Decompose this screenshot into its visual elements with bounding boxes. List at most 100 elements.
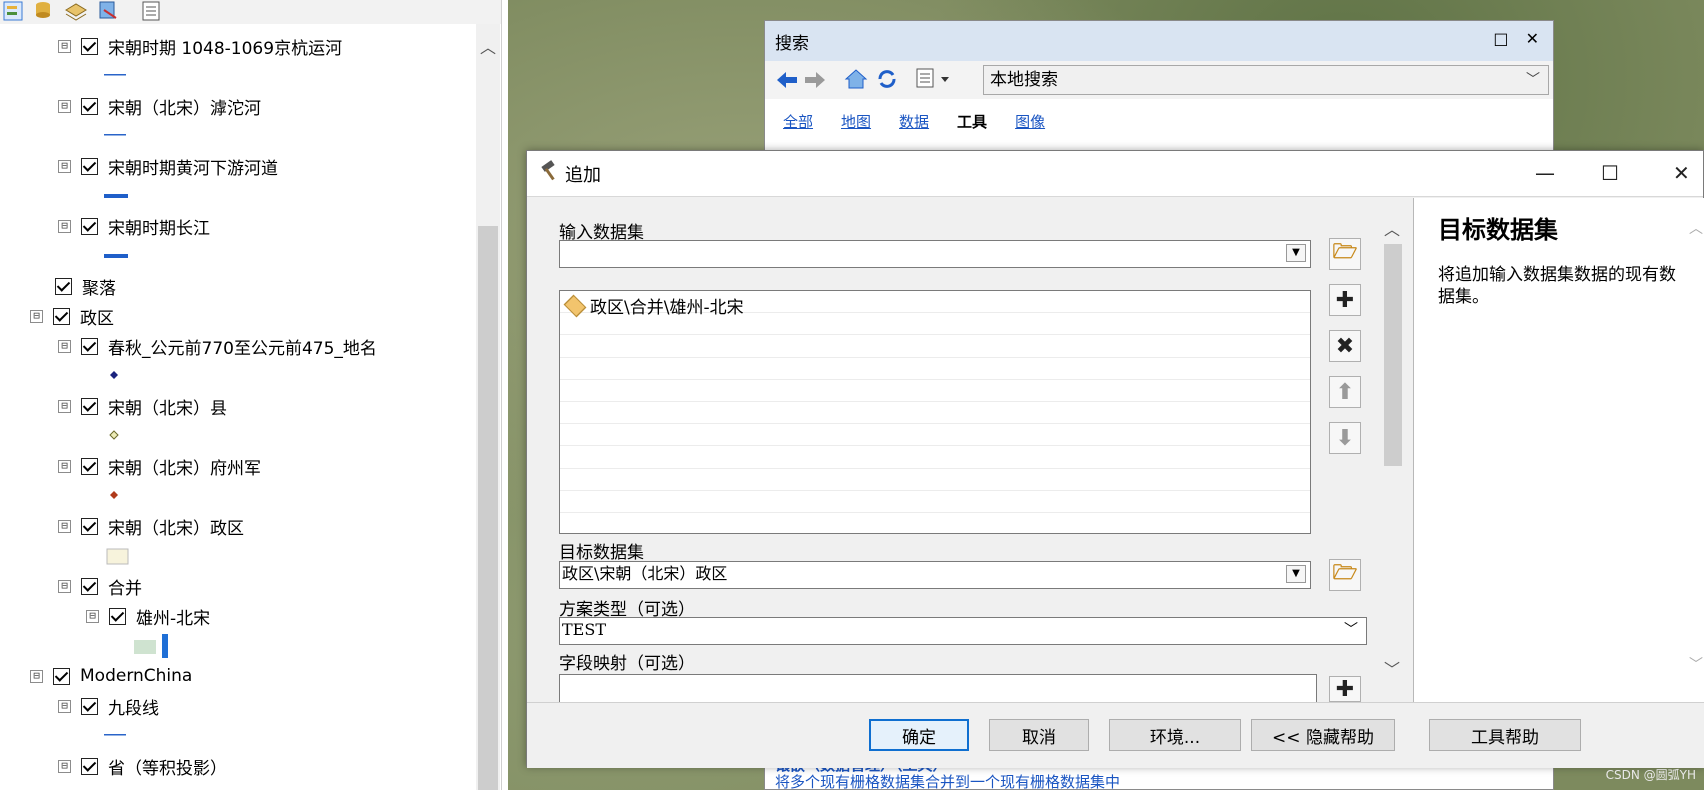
field-map-add-button[interactable]: ✚ <box>1329 676 1361 702</box>
layer-label[interactable]: 宋朝时期长江 <box>108 214 210 239</box>
layer-label[interactable]: 春秋_公元前770至公元前475_地名 <box>108 334 377 359</box>
layer-visibility-checkbox[interactable] <box>81 457 98 475</box>
scroll-up-icon[interactable]: ︿ <box>1384 216 1400 240</box>
toc-layer-row[interactable]: ⊟ 宋朝（北宋）政区 <box>58 511 244 541</box>
list-by-drawing-order-icon[interactable] <box>2 0 26 22</box>
environments-button[interactable]: 环境... <box>1109 719 1241 751</box>
scrollbar-thumb[interactable] <box>1384 244 1402 466</box>
scroll-up-icon[interactable]: ︿ <box>480 34 496 58</box>
home-icon[interactable] <box>843 67 869 91</box>
collapse-icon[interactable]: ⊟ <box>58 699 71 713</box>
collapse-icon[interactable]: ⊟ <box>58 219 71 233</box>
view-options-icon[interactable] <box>915 67 955 91</box>
group-label[interactable]: 政区 <box>80 304 114 329</box>
layer-label[interactable]: 省（等积投影） <box>108 754 227 779</box>
layer-visibility-checkbox[interactable] <box>81 337 98 355</box>
toc-layer-row[interactable]: ⊟ 宋朝时期 1048-1069京杭运河 <box>58 31 342 61</box>
chevron-down-icon[interactable]: ▼ <box>1286 244 1306 262</box>
tab-all[interactable]: 全部 <box>783 111 813 132</box>
layer-visibility-checkbox[interactable] <box>81 577 98 595</box>
collapse-icon[interactable]: ⊟ <box>30 669 43 683</box>
list-item[interactable]: 政区\合并\雄州-北宋 <box>563 293 744 318</box>
collapse-icon[interactable]: ⊟ <box>30 309 43 323</box>
group-label[interactable]: ModernChina <box>80 666 192 686</box>
move-down-button[interactable]: ⬇ <box>1329 422 1361 454</box>
back-icon[interactable] <box>775 69 799 91</box>
ok-button[interactable]: 确定 <box>869 719 969 751</box>
toc-group-row[interactable]: ⊟ ModernChina <box>30 661 192 691</box>
collapse-icon[interactable]: ⊟ <box>58 399 71 413</box>
toc-layer-row[interactable]: 聚落 <box>55 271 116 301</box>
chevron-down-icon[interactable]: ▼ <box>1286 565 1306 583</box>
close-icon[interactable]: ✕ <box>1673 161 1690 185</box>
layer-label[interactable]: 宋朝（北宋）府州军 <box>108 454 261 479</box>
list-by-visibility-icon[interactable] <box>64 0 88 22</box>
scroll-down-icon[interactable]: ﹀ <box>1689 654 1703 674</box>
layer-visibility-checkbox[interactable] <box>81 97 98 115</box>
collapse-icon[interactable]: ⊟ <box>58 579 71 593</box>
list-by-source-icon[interactable] <box>32 0 56 22</box>
layer-visibility-checkbox[interactable] <box>81 697 98 715</box>
scroll-up-icon[interactable]: ︿ <box>1689 218 1703 238</box>
cancel-button[interactable]: 取消 <box>989 719 1089 751</box>
minimize-icon[interactable]: — <box>1535 161 1555 185</box>
toc-layer-row[interactable]: ⊟ 宋朝时期长江 <box>58 211 210 241</box>
toc-layer-row[interactable]: ⊟ 九段线 <box>58 691 159 721</box>
input-datasets-list[interactable]: 政区\合并\雄州-北宋 <box>559 290 1311 534</box>
layer-label[interactable]: 宋朝时期黄河下游河道 <box>108 154 278 179</box>
remove-button[interactable]: ✖ <box>1329 330 1361 362</box>
schema-type-select[interactable]: TEST ﹀ <box>559 617 1367 645</box>
forward-icon[interactable] <box>803 69 827 91</box>
layer-visibility-checkbox[interactable] <box>81 157 98 175</box>
layer-visibility-checkbox[interactable] <box>81 517 98 535</box>
toc-layer-row[interactable]: ⊟ 省（等积投影） <box>58 751 227 781</box>
search-scope-dropdown[interactable]: 本地搜索 ﹀ <box>983 65 1549 95</box>
add-button[interactable]: ✚ <box>1329 284 1361 316</box>
collapse-icon[interactable]: ⊟ <box>58 519 71 533</box>
tab-tools[interactable]: 工具 <box>957 111 987 132</box>
collapse-icon[interactable]: ⊟ <box>58 99 71 113</box>
collapse-icon[interactable]: ⊟ <box>58 339 71 353</box>
window-controls[interactable]: □ ✕ <box>1493 29 1545 48</box>
collapse-icon[interactable]: ⊟ <box>58 39 71 53</box>
layer-visibility-checkbox[interactable] <box>81 37 98 55</box>
layer-label[interactable]: 宋朝（北宋）县 <box>108 394 227 419</box>
toc-layer-row[interactable]: ⊟ 春秋_公元前770至公元前475_地名 <box>58 331 377 361</box>
toc-scrollbar[interactable]: ︿ <box>476 24 500 790</box>
options-icon[interactable] <box>140 0 164 22</box>
collapse-icon[interactable]: ⊟ <box>58 159 71 173</box>
move-up-button[interactable]: ⬆ <box>1329 376 1361 408</box>
browse-input-button[interactable]: 🗁 <box>1329 238 1361 270</box>
maximize-icon[interactable]: ☐ <box>1601 161 1619 185</box>
tab-images[interactable]: 图像 <box>1015 111 1045 132</box>
tab-data[interactable]: 数据 <box>899 111 929 132</box>
toc-group-row[interactable]: ⊟ 政区 <box>30 301 114 331</box>
browse-target-button[interactable]: 🗁 <box>1329 559 1361 591</box>
layer-visibility-checkbox[interactable] <box>55 277 72 295</box>
toc-layer-row[interactable]: ⊟ 宋朝（北宋）府州军 <box>58 451 261 481</box>
list-by-selection-icon[interactable] <box>96 0 120 22</box>
layer-label[interactable]: 宋朝（北宋）滹沱河 <box>108 94 261 119</box>
tab-maps[interactable]: 地图 <box>841 111 871 132</box>
refresh-icon[interactable] <box>875 67 899 91</box>
layer-label[interactable]: 雄州-北宋 <box>136 604 210 629</box>
layer-visibility-checkbox[interactable] <box>109 607 126 625</box>
layer-label[interactable]: 聚落 <box>82 274 116 299</box>
input-datasets-combo[interactable]: ▼ <box>559 240 1311 268</box>
toc-layer-row[interactable]: ⊟ 宋朝时期黄河下游河道 <box>58 151 278 181</box>
collapse-icon[interactable]: ⊟ <box>58 459 71 473</box>
layer-visibility-checkbox[interactable] <box>53 307 70 325</box>
hide-help-button[interactable]: << 隐藏帮助 <box>1251 719 1395 751</box>
layer-visibility-checkbox[interactable] <box>53 667 70 685</box>
toc-layer-row[interactable]: ⊟ 宋朝（北宋）县 <box>58 391 227 421</box>
tool-help-button[interactable]: 工具帮助 <box>1429 719 1581 751</box>
collapse-icon[interactable]: ⊟ <box>58 759 71 773</box>
layer-visibility-checkbox[interactable] <box>81 217 98 235</box>
group-label[interactable]: 合并 <box>108 574 142 599</box>
layer-label[interactable]: 宋朝时期 1048-1069京杭运河 <box>108 34 342 59</box>
toc-layer-row[interactable]: ⊟ 宋朝（北宋）滹沱河 <box>58 91 261 121</box>
scroll-down-icon[interactable]: ﹀ <box>1384 656 1400 680</box>
scrollbar-thumb[interactable] <box>478 226 498 790</box>
collapse-icon[interactable]: ⊟ <box>86 609 99 623</box>
layer-visibility-checkbox[interactable] <box>81 757 98 775</box>
